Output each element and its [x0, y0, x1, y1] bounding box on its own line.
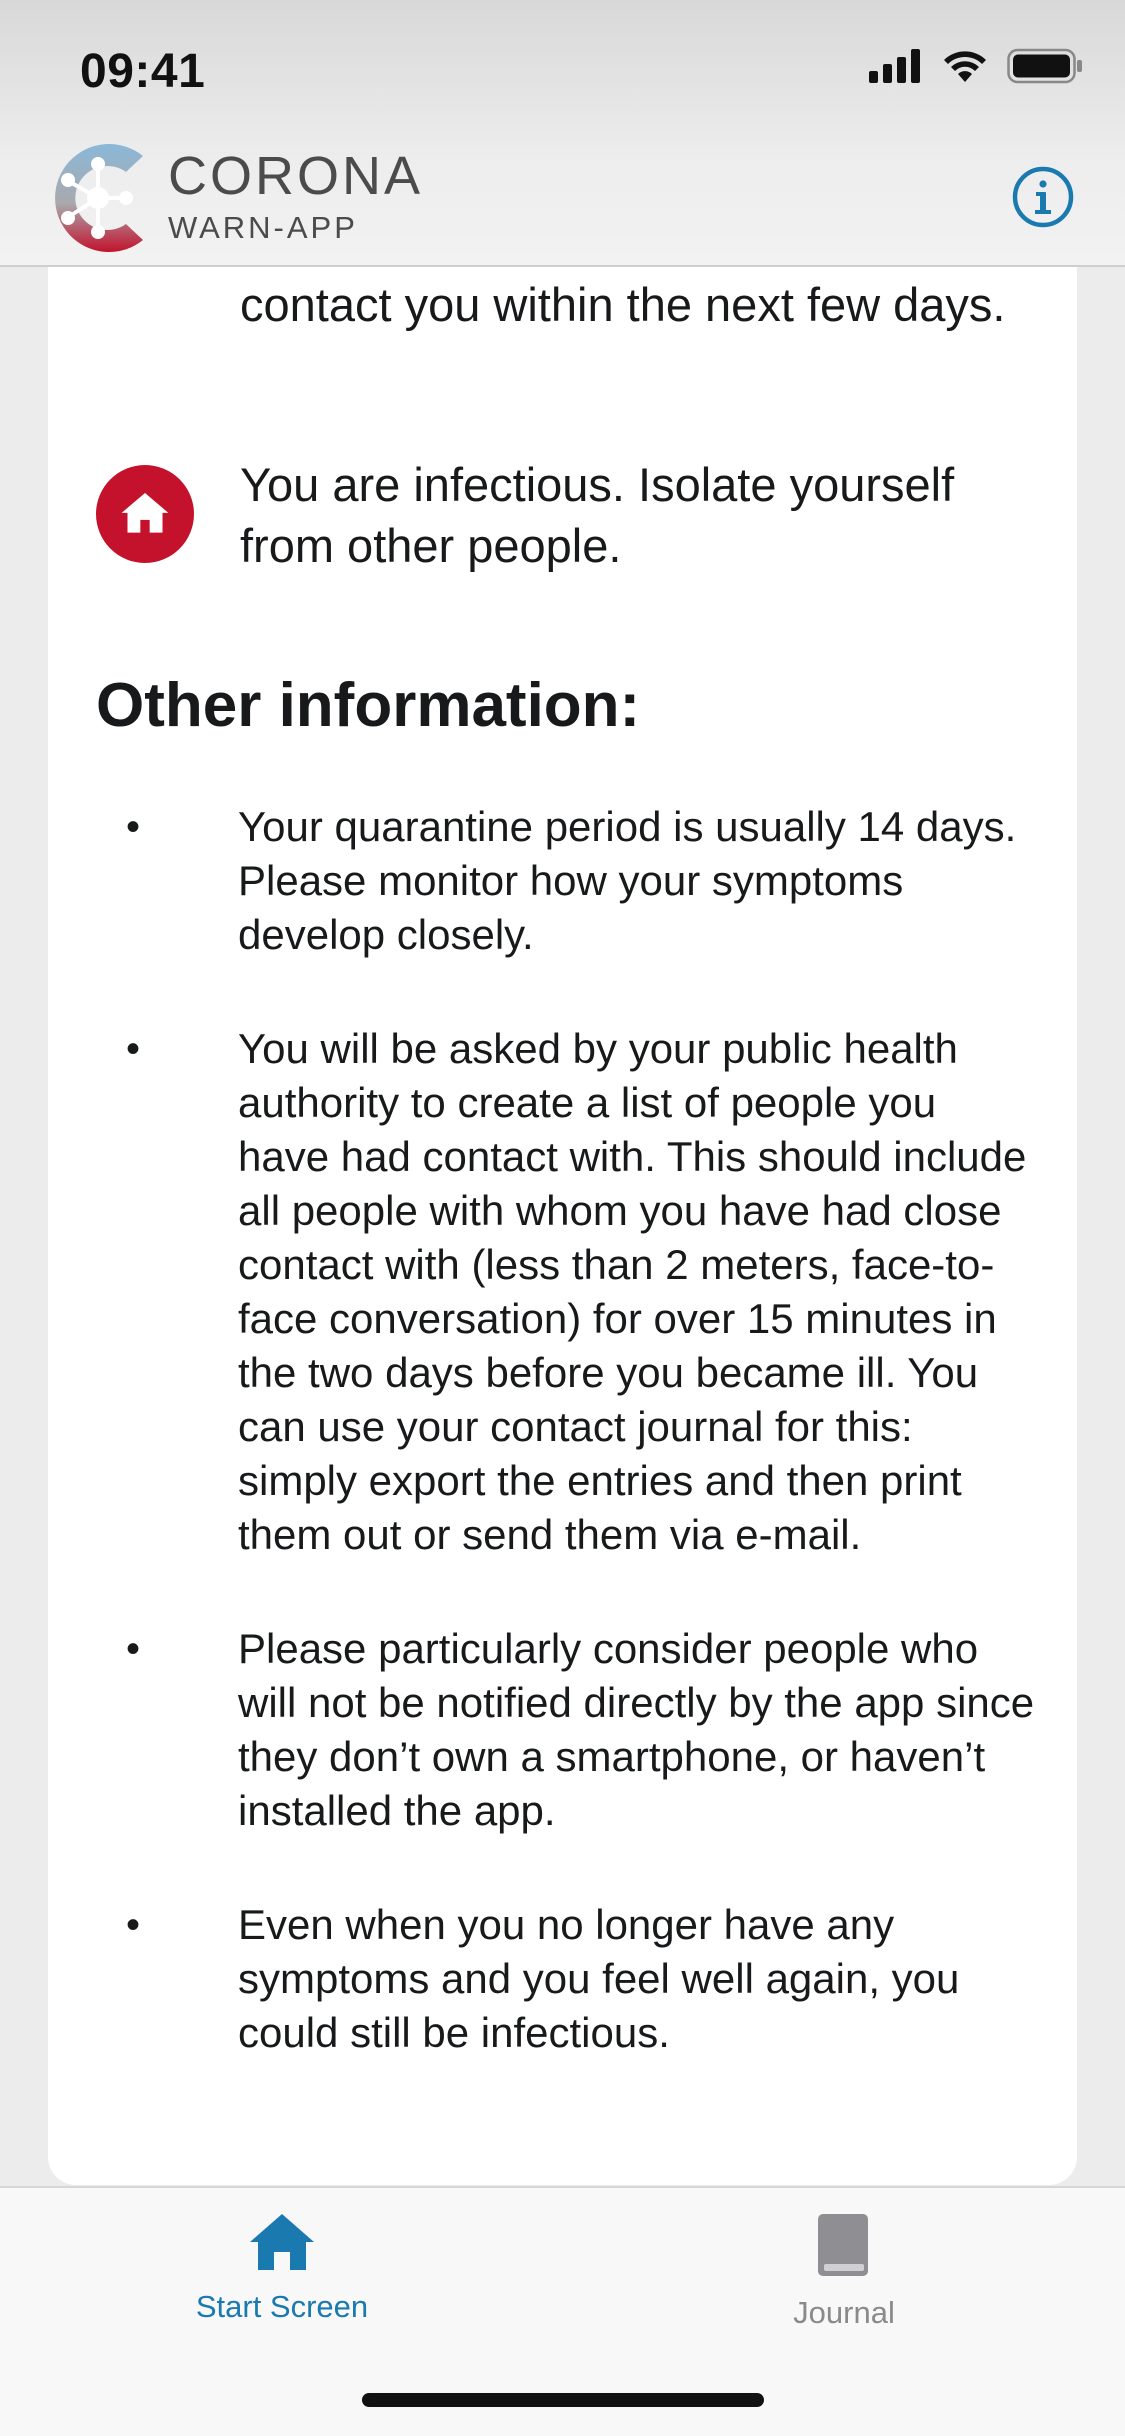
home-indicator[interactable] — [362, 2393, 764, 2407]
tab-start-screen[interactable]: Start Screen — [132, 2212, 432, 2325]
wifi-icon — [944, 51, 986, 82]
status-bar: 09:41 — [0, 0, 1125, 140]
info-list: • Your quarantine period is usually 14 d… — [96, 800, 1036, 2120]
list-item: • Even when you no longer have any sympt… — [96, 1898, 1036, 2060]
home-tab-icon — [250, 2214, 314, 2270]
signal-icon — [869, 49, 920, 83]
tab-journal[interactable]: Journal — [694, 2212, 994, 2331]
section-title: Other information: — [96, 671, 641, 740]
list-item-text: Even when you no longer have any symptom… — [238, 1901, 960, 2056]
list-item-text: Your quarantine period is usually 14 day… — [238, 803, 1017, 958]
list-item-text: You will be asked by your public health … — [238, 1025, 1027, 1558]
list-item: • You will be asked by your public healt… — [96, 1022, 1036, 1562]
corona-warn-app-logo — [55, 144, 144, 252]
status-icons — [869, 48, 1083, 84]
status-time: 09:41 — [80, 45, 206, 98]
info-icon[interactable] — [1011, 165, 1075, 229]
home-icon-badge — [96, 465, 194, 563]
contact-row-text: contact you within the next few days. — [240, 278, 1006, 331]
battery-icon — [1007, 48, 1082, 84]
home-icon — [121, 493, 169, 533]
tab-label-journal: Journal — [793, 2295, 895, 2330]
list-item-text: Please particularly consider people who … — [238, 1625, 1035, 1834]
journal-icon — [818, 2214, 868, 2276]
isolate-row — [96, 465, 194, 563]
logo-subtitle: WARN-APP — [168, 210, 358, 245]
logo-wordmark: CORONA WARN-APP — [168, 148, 423, 246]
bullet: • — [126, 1627, 141, 1671]
app-screen: CORONA WARN-APP 09:41 contact you within… — [0, 0, 1125, 2436]
logo-title: CORONA — [168, 146, 424, 206]
bullet: • — [126, 1027, 141, 1071]
content-card: contact you within the next few days. Yo… — [48, 154, 1077, 2185]
tab-label-start: Start Screen — [195, 2289, 369, 2324]
list-item: • Please particularly consider people wh… — [96, 1622, 1036, 1838]
list-item: • Your quarantine period is usually 14 d… — [96, 800, 1036, 962]
isolate-row-text: You are infectious. Isolate yourself fro… — [240, 458, 955, 572]
bullet: • — [126, 805, 141, 849]
bullet: • — [126, 1903, 141, 1947]
